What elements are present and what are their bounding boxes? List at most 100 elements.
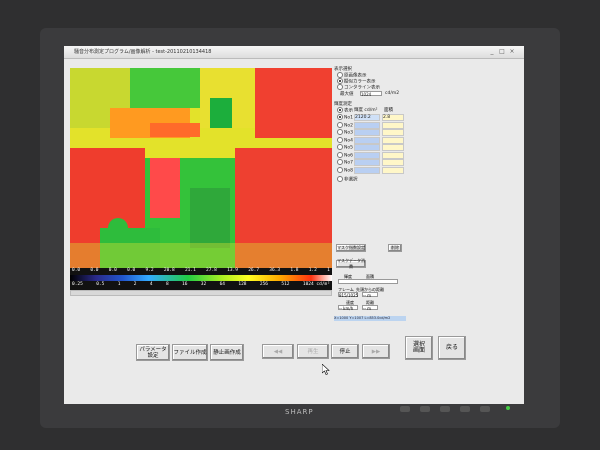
radio-icon (337, 151, 343, 158)
color-scale-tick: 32 (200, 282, 207, 287)
radio-icon (337, 114, 343, 120)
radio-icon (337, 84, 343, 90)
measure-row-luminance (354, 159, 380, 166)
measure-row-area: 2.8 (382, 114, 404, 121)
color-scale-tick: 21.1 (184, 268, 196, 273)
color-scale-tick: 0.25 (72, 282, 83, 287)
color-scale-tick: 64 (219, 282, 225, 287)
radio-icon (337, 166, 343, 173)
color-scale-tick: 36.3 (269, 268, 281, 273)
measure-row-area (382, 151, 404, 159)
color-scale-tick: 20.8 (163, 268, 175, 273)
stop-button[interactable]: 停止 (331, 344, 359, 359)
display-option-contour[interactable]: コンタライン表示 (337, 84, 380, 91)
measure-row-label[interactable]: No5 (337, 144, 353, 151)
color-scale-tick: 0.0 (90, 268, 99, 273)
radio-icon (337, 136, 343, 143)
measure-row-luminance (354, 136, 380, 144)
radio-icon (337, 159, 343, 165)
power-led (506, 406, 510, 410)
luminance-area-field (338, 279, 398, 284)
measure-row-label[interactable]: No8 (337, 166, 353, 173)
measure-row-area (382, 121, 404, 129)
speed-value: -- km/h (338, 305, 358, 311)
window-title: 騒音分布測定プログラム/画像解析 - test-20110210134418 (74, 49, 212, 55)
measure-row-luminance (354, 144, 380, 151)
minimize-button[interactable]: _ (488, 48, 496, 55)
max-value-label: 最大値 (340, 92, 354, 97)
still-image-button[interactable]: 静止画作成 (210, 344, 244, 361)
pseudocolor-image[interactable] (70, 68, 332, 268)
color-scale-tick: 13.9 (227, 268, 238, 273)
color-scale-tick: 8 (165, 282, 169, 287)
measure-luminance-header: 輝度 cd/m² (354, 108, 378, 113)
color-scale-tick: 0.0 (108, 268, 117, 273)
mouse-cursor-icon (322, 364, 330, 375)
radio-icon (337, 129, 343, 135)
coordinate-status: X=1000 Y=1007 L=853.0cd/m2 (334, 316, 406, 321)
rewind-button[interactable]: ◀◀ (262, 344, 294, 359)
radio-icon (337, 144, 343, 150)
measure-row-label[interactable]: No1 (337, 114, 353, 121)
measure-row-area (382, 144, 404, 151)
delete-button[interactable]: 削除 (388, 244, 402, 252)
radio-icon (337, 176, 343, 182)
color-scale-tick: 9.2 (145, 268, 154, 273)
measure-row-label[interactable]: No6 (337, 151, 353, 158)
frame-value: 815/1025 (338, 292, 359, 298)
measure-row-luminance (354, 166, 380, 174)
measure-row-luminance (354, 121, 380, 129)
color-scale-tick: 128 (238, 282, 247, 287)
color-scale-tick: 4 (149, 282, 153, 287)
color-scale-tick: 0.0 (72, 268, 81, 273)
from-start-value: -- m (362, 292, 378, 298)
measure-row-label[interactable]: No2 (337, 121, 353, 128)
measure-row-area (382, 159, 404, 166)
measure-row-label[interactable]: No7 (337, 159, 353, 166)
color-scale-tick: 26.7 (248, 268, 260, 273)
title-bar: 騒音分布測定プログラム/画像解析 - test-20110210134418 _… (64, 46, 524, 59)
color-scale-tick: 1 (117, 282, 121, 287)
color-scale-tick: 2 (133, 282, 137, 287)
fast-forward-button[interactable]: ▶▶ (362, 344, 390, 359)
file-create-button[interactable]: ファイル作成 (172, 344, 208, 361)
max-value-unit: cd/m2 (385, 91, 400, 96)
maximize-button[interactable]: □ (498, 48, 506, 55)
play-button[interactable]: 再生 (297, 344, 329, 359)
radio-selected-icon (337, 107, 343, 113)
measure-display-radio[interactable]: 表示 (337, 107, 353, 114)
no-select-option[interactable]: 非選択 (337, 176, 358, 183)
color-scale-tick: 1.2 (308, 268, 317, 273)
color-scale-tick: 1 (327, 268, 330, 273)
color-scale-tick: 1024 cd/m² (302, 282, 330, 287)
radio-icon (337, 121, 343, 128)
mask-data-button[interactable]: マスクデータ消費 (336, 258, 366, 269)
close-button[interactable]: × (508, 48, 516, 55)
horizontal-scrollbar[interactable] (70, 290, 332, 296)
monitor-brand-logo: SHARP (285, 408, 314, 416)
measure-row-luminance: 2120.2 (354, 114, 380, 121)
color-scale-tick: 0.5 (96, 282, 105, 287)
monitor-button (440, 406, 450, 412)
color-scale-tick: 27.8 (206, 268, 217, 273)
monitor-button (400, 406, 410, 412)
monitor-button (420, 406, 430, 412)
measure-row-area (382, 136, 404, 144)
measure-row-label[interactable]: No3 (337, 129, 353, 136)
mask-settings-button[interactable]: マスク指数設定 (336, 244, 366, 252)
color-scale-tick: 16 (182, 282, 188, 287)
measure-area-header: 面積 (384, 108, 393, 113)
distance-value: -- m (362, 305, 378, 311)
color-scale-bar: 0.0 0.0 0.0 0.0 9.2 20.8 21.1 27.8 13.9 26.7 36.3 1… (70, 268, 332, 290)
parameter-settings-button[interactable]: パラメータ 設定 (136, 344, 170, 361)
back-button[interactable]: 戻る (438, 336, 466, 360)
measure-row-area (382, 129, 404, 136)
max-value-select[interactable]: 1024 (360, 91, 382, 97)
color-scale-tick: 0.0 (127, 268, 136, 273)
select-screen-button[interactable]: 選択 画面 (405, 336, 433, 360)
measure-row-label[interactable]: No4 (337, 136, 353, 143)
color-scale-tick: 512 (281, 282, 290, 287)
measure-row-luminance (354, 151, 380, 159)
color-scale-lower-ticks: 0.25 0.5 1 2 4 8 16 32 64 128 256 512 1024 cd/m² (72, 282, 330, 288)
color-scale-tick: 256 (259, 282, 268, 287)
